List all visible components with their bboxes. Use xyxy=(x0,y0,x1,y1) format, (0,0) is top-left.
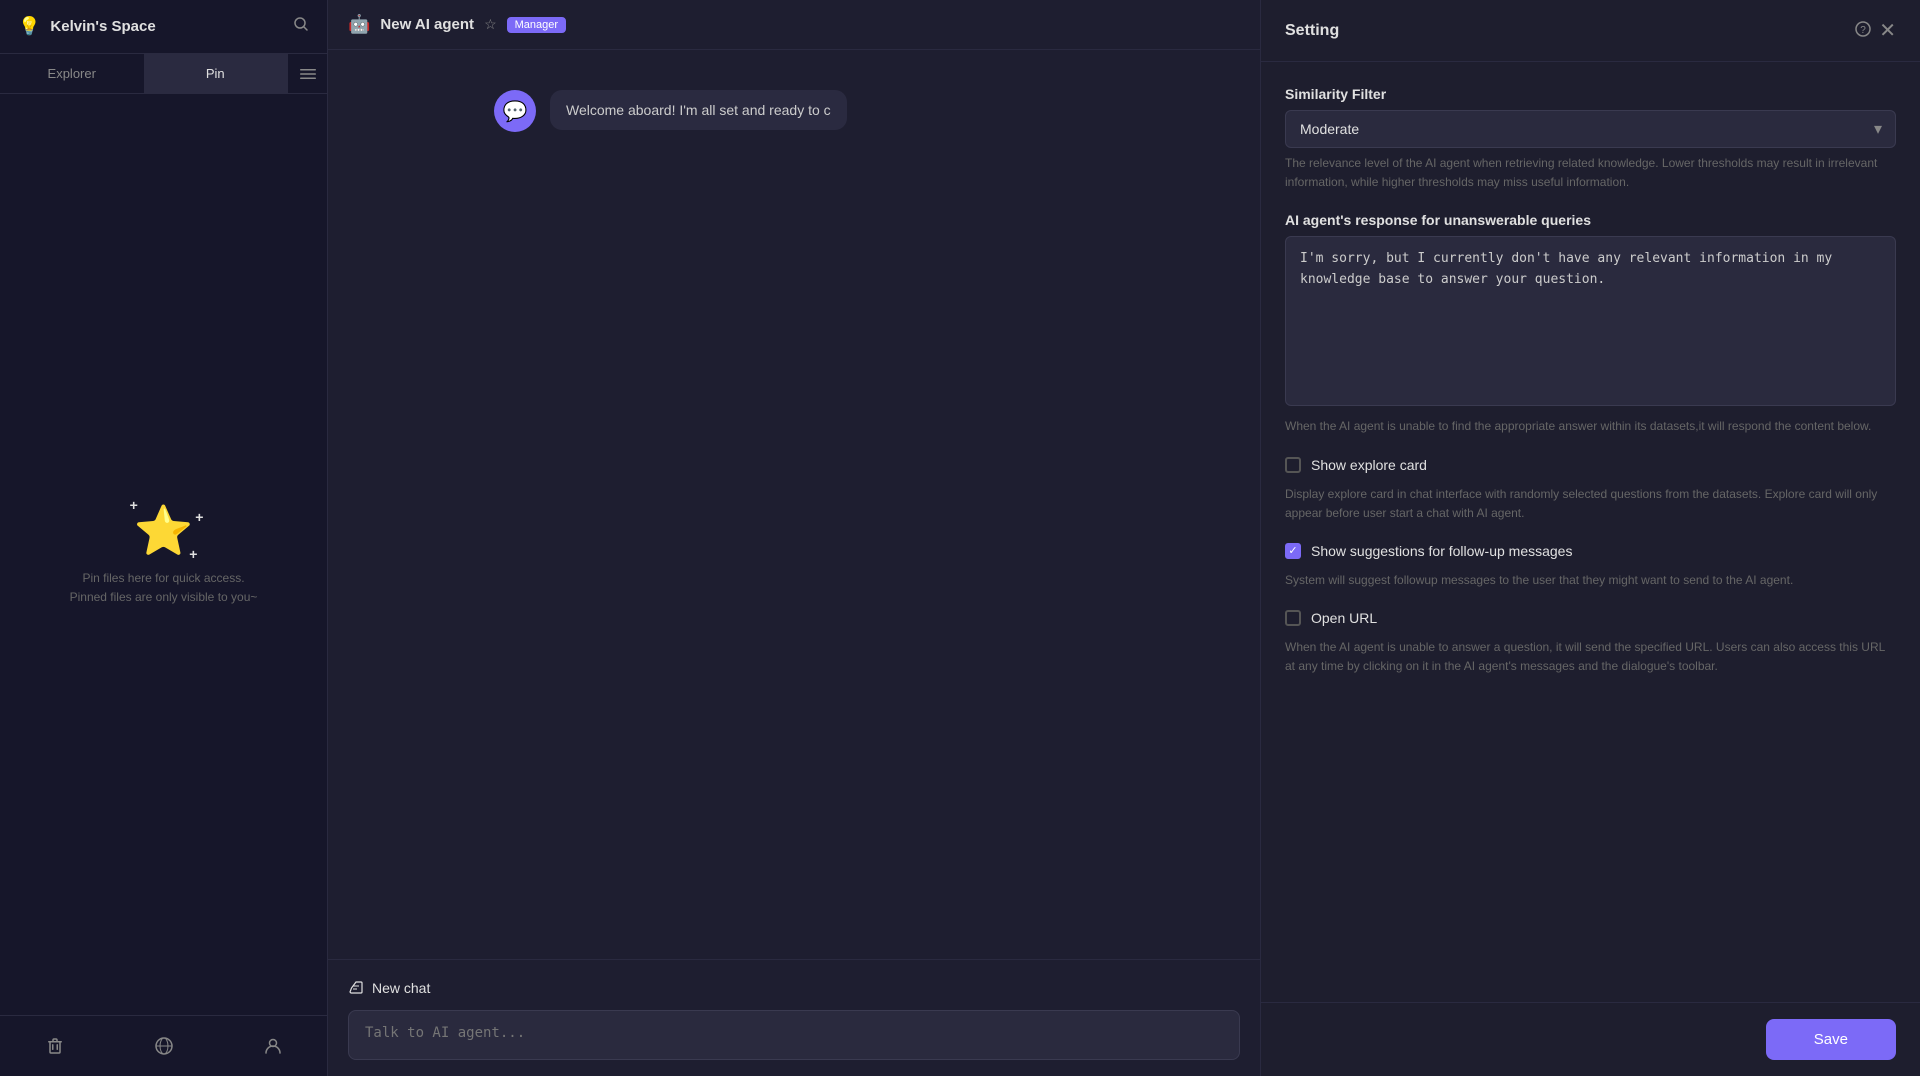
favorite-star-icon[interactable]: ☆ xyxy=(484,16,497,33)
main-chat-area: 🤖 New AI agent ☆ Manager 💬 Welcome aboar… xyxy=(328,0,1260,1076)
pin-star-decoration: ⭐ + + + xyxy=(134,502,194,559)
similarity-filter-select[interactable]: Low Moderate High xyxy=(1285,110,1896,148)
chat-agent-icon: 🤖 xyxy=(348,14,370,35)
explore-button[interactable] xyxy=(109,1024,218,1068)
menu-icon[interactable] xyxy=(287,54,327,93)
similarity-filter-select-wrapper: Low Moderate High ▾ xyxy=(1285,110,1896,148)
similarity-filter-section: Similarity Filter Low Moderate High ▾ Th… xyxy=(1285,86,1896,192)
sidebar-header: 💡 Kelvin's Space xyxy=(0,0,327,54)
search-icon[interactable] xyxy=(293,16,309,37)
open-url-hint: When the AI agent is unable to answer a … xyxy=(1285,638,1896,676)
svg-text:?: ? xyxy=(1860,25,1866,36)
explore-card-checkbox[interactable] xyxy=(1285,457,1301,473)
chat-footer: New chat xyxy=(328,959,1260,1076)
settings-header: Setting ? ✕ xyxy=(1261,0,1920,62)
settings-footer: Save xyxy=(1261,1002,1920,1076)
suggestions-hint: System will suggest followup messages to… xyxy=(1285,571,1896,590)
chat-agent-name: New AI agent xyxy=(380,16,474,33)
logo-icon: 💡 xyxy=(18,16,40,37)
close-button[interactable]: ✕ xyxy=(1879,18,1896,43)
unanswerable-section: AI agent's response for unanswerable que… xyxy=(1285,212,1896,436)
welcome-message-row: 💬 Welcome aboard! I'm all set and ready … xyxy=(494,90,1094,132)
settings-body: Similarity Filter Low Moderate High ▾ Th… xyxy=(1261,62,1920,1002)
suggestions-label-row[interactable]: Show suggestions for follow-up messages xyxy=(1285,543,1896,559)
tab-pin[interactable]: Pin xyxy=(144,54,288,93)
explore-card-section: Show explore card Display explore card i… xyxy=(1285,457,1896,523)
chat-input[interactable] xyxy=(348,1010,1240,1060)
similarity-filter-hint: The relevance level of the AI agent when… xyxy=(1285,154,1896,192)
sidebar-bottom-bar xyxy=(0,1015,327,1076)
chat-messages: 💬 Welcome aboard! I'm all set and ready … xyxy=(328,50,1260,959)
open-url-text: Open URL xyxy=(1311,610,1377,626)
unanswerable-textarea[interactable]: I'm sorry, but I currently don't have an… xyxy=(1285,236,1896,406)
tab-explorer[interactable]: Explorer xyxy=(0,54,144,93)
welcome-bubble: Welcome aboard! I'm all set and ready to… xyxy=(550,90,847,130)
new-chat-button[interactable]: New chat xyxy=(348,976,1240,1000)
pin-hint: Pin files here for quick access. Pinned … xyxy=(70,569,258,607)
settings-title: Setting xyxy=(1285,22,1847,40)
help-icon[interactable]: ? xyxy=(1855,21,1871,41)
agent-avatar: 💬 xyxy=(494,90,536,132)
trash-button[interactable] xyxy=(0,1024,109,1068)
explore-card-hint: Display explore card in chat interface w… xyxy=(1285,485,1896,523)
agent-badge: Manager xyxy=(507,17,566,33)
suggestions-section: Show suggestions for follow-up messages … xyxy=(1285,543,1896,590)
unanswerable-hint: When the AI agent is unable to find the … xyxy=(1285,417,1896,436)
explore-card-text: Show explore card xyxy=(1311,457,1427,473)
save-button[interactable]: Save xyxy=(1766,1019,1896,1060)
unanswerable-label: AI agent's response for unanswerable que… xyxy=(1285,212,1896,228)
open-url-label-row[interactable]: Open URL xyxy=(1285,610,1896,626)
sidebar: 💡 Kelvin's Space Explorer Pin ⭐ + + + xyxy=(0,0,328,1076)
chat-header: 🤖 New AI agent ☆ Manager xyxy=(328,0,1260,50)
suggestions-checkbox[interactable] xyxy=(1285,543,1301,559)
open-url-section: Open URL When the AI agent is unable to … xyxy=(1285,610,1896,676)
open-url-checkbox[interactable] xyxy=(1285,610,1301,626)
similarity-filter-label: Similarity Filter xyxy=(1285,86,1896,102)
explore-card-label-row[interactable]: Show explore card xyxy=(1285,457,1896,473)
users-button[interactable] xyxy=(218,1024,327,1068)
settings-panel: Setting ? ✕ Similarity Filter Low Modera… xyxy=(1260,0,1920,1076)
sidebar-title: Kelvin's Space xyxy=(50,18,283,35)
pin-content: ⭐ + + + Pin files here for quick access.… xyxy=(0,94,327,1015)
suggestions-text: Show suggestions for follow-up messages xyxy=(1311,543,1572,559)
